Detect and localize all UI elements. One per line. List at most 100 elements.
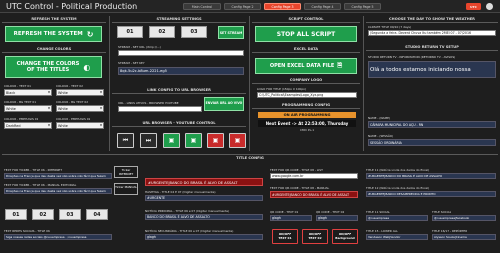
t11-input[interactable]: #URGENTE|BANCO DO BRASIL É ALVO DE ASSAL… [366, 173, 496, 179]
divider [2, 22, 106, 23]
colour-text-02-label: COLOUR - TEXT 02 [56, 84, 83, 88]
tab-main-control[interactable]: Main Control [183, 3, 221, 10]
brand-logo: UTC [466, 3, 481, 10]
stream-url-input[interactable] [118, 50, 244, 56]
on-air-banner: ON AIR PROGRAMMING [258, 112, 356, 118]
stream-slot-01[interactable]: 01 [117, 26, 143, 38]
title-slot-03[interactable]: 03 [59, 209, 81, 220]
colour-text-01-select[interactable]: Black ▼ [4, 89, 52, 96]
onoff-background-button[interactable]: ON/OFF Background [332, 229, 358, 244]
set-stream-button[interactable]: SET STREAM [218, 26, 244, 39]
window-icon[interactable] [486, 3, 493, 10]
noticia-label: NOTÍCIA PRINCIPAL - TITLE 06 e 07 (Digit… [145, 209, 230, 213]
title-slot-04[interactable]: 04 [86, 209, 108, 220]
colour-bg-01-select[interactable]: White ▼ [4, 105, 52, 112]
name-label: NAME - (NAME) [368, 116, 391, 120]
refresh-button[interactable]: REFRESH THE SYSTEM ↻ [5, 26, 102, 42]
noticia2-label: NOTÍCIA SECUNDÁRIA - TITLE 06 e 07 (Digi… [145, 229, 234, 233]
studio-input[interactable]: Olá a todos estamos iniciando nossa [368, 61, 496, 78]
change-colors-button[interactable]: CHANGE THE COLORS OF THE TITLES ◐ [5, 56, 102, 78]
redes-label: TEXT REDES SOCIAIS - TITLE 06 [4, 229, 50, 233]
open-excel-button[interactable]: OPEN EXCEL DATA FILE 🗎 [255, 58, 357, 74]
title-slot-02[interactable]: 02 [32, 209, 54, 220]
column-divider [249, 16, 250, 151]
social-input[interactable]: @nuuempresa [366, 215, 428, 221]
ticker-manual-button[interactable]: Ticker MANUAL [114, 183, 138, 195]
url-links-input[interactable] [118, 106, 202, 112]
divider [112, 22, 246, 23]
qr-banner-field[interactable]: #URGENTE|BANCO DO BRASIL É ALVO DE ASSAL… [270, 191, 358, 198]
skip-back-icon[interactable]: ⏮ [117, 133, 134, 148]
reporter-input[interactable]: Alysson Souza|Cinema [432, 234, 496, 240]
name-input[interactable]: CÂMARA MUNICIPAL DO AÇU - RN [368, 121, 496, 128]
skip-forward-icon[interactable]: ⏭ [140, 133, 157, 148]
browser-green-2-icon[interactable]: ▣ [185, 133, 202, 148]
qr-text01-input[interactable]: glagh [270, 215, 312, 221]
emphasis-main-field[interactable]: #URGENTE|BANCO DO BRASIL É ALVO DE ASSAL… [145, 178, 263, 186]
stream-key-label: STREAM - SET KEY [118, 61, 145, 65]
noticia-input[interactable]: BANCO DO BRASIL É ALVO DE ASSALTO [145, 214, 263, 220]
send-url-button[interactable]: ENVIAR URL AO VIVO [204, 97, 244, 111]
t12-input[interactable]: #URGENTE|BANCO DESAMPRECIDA E PRONTO [366, 191, 496, 197]
tab-config-page-2[interactable]: Config Page 2 [224, 3, 261, 10]
noticia2-input[interactable]: glagh [145, 234, 263, 240]
redes-input[interactable]: Siga nossas redes sociais @nuuempresa · … [4, 234, 112, 240]
logo-path-input[interactable]: C:\UTC_Political\Examples\Logo_Xyz.png [257, 92, 357, 98]
colour-bg-02-label: COLOUR - BG TEXT 02 [56, 100, 89, 104]
file-icon: 🗎 [337, 62, 343, 69]
logo-label: LOGO FOR TITLE (150px X 100px) [257, 87, 307, 91]
tab-config-page-5[interactable]: Config Page 5 [344, 3, 381, 10]
qr1-input[interactable]: www.google.com.br [270, 173, 358, 179]
divider [252, 52, 360, 53]
browser-green-1-icon[interactable]: ▣ [163, 133, 180, 148]
social-label: TITLE 11 SOCIAL [366, 210, 390, 214]
weather-header: CHOOSE THE DAY TO SHOW THE WEATHER [389, 17, 475, 21]
colour-bg-01-label: COLOUR - BG TEXT 01 [4, 100, 37, 104]
social-title-input[interactable]: @nuuempresa|facebook [432, 215, 496, 221]
divider [252, 83, 360, 84]
colour-text-02-select[interactable]: White ▼ [56, 89, 104, 96]
colour-emphasis-02-select[interactable]: White ▼ [56, 122, 104, 129]
studio-header: STUDIO RETURN TV SETUP [405, 45, 459, 49]
browser-red-1-icon[interactable]: ▣ [207, 133, 224, 148]
session-label: NAME - (SESSÃO) [368, 134, 394, 138]
programming-header: PROGRAMMING CONFIG [281, 103, 331, 107]
ticker2-label: TEXT FOR TICKER - TITLE 06 - MANUAL EDIT… [4, 183, 77, 187]
onoff-text02-button[interactable]: ON/OFF TEXT 02 [302, 229, 328, 244]
refresh-header: REFRESH THE SYSTEM [31, 17, 77, 21]
session-input[interactable]: SESSÃO ORDINÁRIA [368, 139, 496, 146]
ticker-internet-button[interactable]: Ticker INTERNET [114, 166, 138, 178]
studio-label: STUDIO RETURN TV - INFORMATION (RETORNO … [368, 55, 456, 59]
divider [2, 154, 498, 155]
divider [366, 22, 498, 23]
colour-bg-02-select[interactable]: White ▼ [56, 105, 104, 112]
climate-input[interactable]: (Segunda a feira. Deverá Chuva Itu també… [368, 30, 496, 36]
excel-header: EXCEL DATA [293, 47, 319, 51]
hashtag-input[interactable]: #URGENTE [145, 195, 263, 201]
title-slot-01[interactable]: 01 [5, 209, 27, 220]
cmd-label: CMD PL-1 [299, 128, 315, 132]
ticker1-input[interactable]: Direções na França que deu desta vez não… [4, 173, 112, 179]
stream-key-input[interactable]: 8qk-5u2c-b8um-2221-eg5 [118, 67, 244, 75]
tab-config-page-4[interactable]: Config Page 4 [304, 3, 341, 10]
stream-slot-02[interactable]: 02 [149, 26, 175, 38]
qr-text01-label: QR CODE - TEXT 01 [270, 210, 299, 214]
qr-text02-input[interactable]: glagh [316, 215, 358, 221]
colour-emphasis-01-value: DarkRed [6, 123, 21, 128]
ticker1-label: TEXT FOR TICKER - TITLE 06 - INTERNET [4, 168, 62, 172]
stop-all-script-button[interactable]: STOP ALL SCRIPT [255, 26, 357, 42]
open-excel-label: OPEN EXCEL DATA FILE [269, 63, 335, 69]
url-browser-header: URL BROWSER - YOUTUBE CONTROL [142, 121, 216, 125]
change-colors-line2: OF THE TITLES [26, 67, 70, 73]
stream-slot-03[interactable]: 03 [181, 26, 207, 38]
t11-label: TITLE 11 (Notícia vinda dos dados do Exc… [366, 168, 430, 172]
colour-emphasis-02-value: White [58, 123, 68, 128]
tab-config-page-3[interactable]: Config Page 3 [264, 3, 301, 10]
reporter-label: TITLE 16/17 - REPÓRTER [432, 229, 468, 233]
divider [252, 108, 360, 109]
ticker2-input[interactable]: Direções na França que deu desta vez não… [4, 188, 112, 194]
browser-red-2-icon[interactable]: ▣ [229, 133, 246, 148]
onoff-text01-button[interactable]: ON/OFF TEXT 01 [272, 229, 298, 244]
colour-emphasis-01-select[interactable]: DarkRed ▼ [4, 122, 52, 129]
lower-input[interactable]: Vendeson Web|Vendor [366, 234, 428, 240]
